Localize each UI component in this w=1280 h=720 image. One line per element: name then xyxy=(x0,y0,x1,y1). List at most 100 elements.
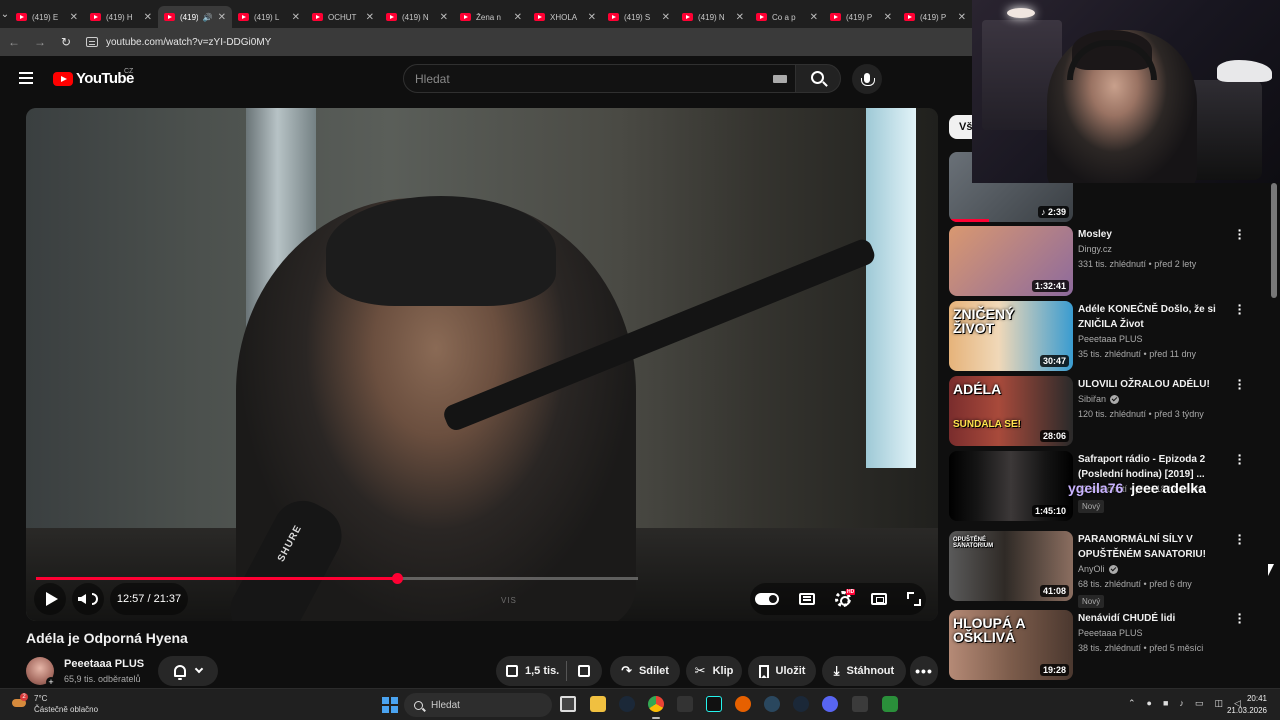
recommendation-title[interactable]: Mosley xyxy=(1078,227,1218,242)
video-player[interactable]: SHURE VIS 12:57 / 21:37 HD xyxy=(26,108,938,621)
tab-close-icon[interactable]: ✕ xyxy=(662,12,670,23)
more-vertical-icon[interactable]: · · · xyxy=(1236,528,1244,550)
sidebar-scrollbar[interactable] xyxy=(1270,108,1278,688)
recommendation-channel[interactable]: Sibiřan xyxy=(1078,394,1120,404)
more-vertical-icon[interactable]: · · · xyxy=(1236,298,1244,320)
recommendation-thumbnail[interactable]: ADÉLA SUNDALA SE! 28:06 xyxy=(949,376,1073,446)
tray-overflow-chevron-icon[interactable]: ⌃ xyxy=(1128,698,1136,709)
subtitles-icon[interactable] xyxy=(799,593,815,605)
recommendation-item[interactable]: ZNIČENÝ ŽIVOT 30:47 Adéle KONEČNĚ Došlo, ž… xyxy=(949,298,1269,373)
firefox-icon[interactable] xyxy=(735,696,751,712)
browser-tab[interactable]: (419) 🔊 ✕ xyxy=(158,6,232,28)
browser-tab[interactable]: (419) P ✕ xyxy=(898,6,972,28)
mute-button[interactable] xyxy=(72,583,104,615)
steam-icon[interactable] xyxy=(619,696,635,712)
task-view-icon[interactable] xyxy=(560,696,576,712)
channel-avatar[interactable] xyxy=(26,657,56,687)
play-button[interactable] xyxy=(34,583,66,615)
tray-app-icon[interactable]: ● xyxy=(1147,698,1152,709)
dislike-button[interactable] xyxy=(578,665,590,677)
like-button[interactable]: 1,5 tis. xyxy=(506,665,559,677)
progress-scrubber[interactable] xyxy=(391,573,403,584)
browser-tab[interactable]: (419) H ✕ xyxy=(84,6,158,28)
taskbar-clock[interactable]: 20:41 21.03.2026 xyxy=(1223,693,1267,717)
browser-tab[interactable]: XHOLA ✕ xyxy=(528,6,602,28)
steam-icon-2[interactable] xyxy=(764,696,780,712)
autoplay-toggle[interactable] xyxy=(755,593,779,605)
recommendation-thumbnail[interactable]: 1:45:10 xyxy=(949,451,1073,521)
tab-close-icon[interactable]: ✕ xyxy=(514,12,522,23)
browser-tab[interactable]: OCHUT ✕ xyxy=(306,6,380,28)
more-vertical-icon[interactable]: · · · xyxy=(1236,373,1244,395)
forward-icon[interactable]: → xyxy=(34,35,46,49)
recommendation-item[interactable]: HLOUPÁ A OŠKLIVÁ 19:28 Nenávidí CHUDÉ lidi… xyxy=(949,607,1269,682)
recommendation-channel[interactable]: AnyOli xyxy=(1078,564,1118,574)
tab-close-icon[interactable]: ✕ xyxy=(292,12,300,23)
save-button[interactable]: Uložit xyxy=(748,656,816,686)
browser-tab[interactable]: (419) E ✕ xyxy=(10,6,84,28)
recommendation-item[interactable]: 1:32:41 Mosley Dingy.cz 331 tis. zhlédnutí … xyxy=(949,223,1269,298)
tab-close-icon[interactable]: ✕ xyxy=(958,12,966,23)
scrollbar-thumb[interactable] xyxy=(1271,183,1277,298)
tab-close-icon[interactable]: ✕ xyxy=(70,12,78,23)
tray-app-icon-2[interactable]: ■ xyxy=(1163,698,1168,709)
notification-bell-button[interactable] xyxy=(158,656,218,686)
discord-icon[interactable] xyxy=(822,696,838,712)
browser-tab[interactable]: (419) N ✕ xyxy=(676,6,750,28)
steam-icon-3[interactable] xyxy=(793,696,809,712)
recommendation-channel[interactable]: Peeetaaa PLUS xyxy=(1078,628,1143,638)
share-button[interactable]: ↷ Sdílet xyxy=(610,656,680,686)
channel-name[interactable]: Peeetaaa PLUS xyxy=(64,658,144,670)
browser-tab[interactable]: (419) P ✕ xyxy=(824,6,898,28)
tab-close-icon[interactable]: ✕ xyxy=(588,12,596,23)
display-tray-icon[interactable]: ▭ xyxy=(1195,698,1204,709)
recommendation-thumbnail[interactable]: ZNIČENÝ ŽIVOT 30:47 xyxy=(949,301,1073,371)
browser-tab[interactable]: (419) L ✕ xyxy=(232,6,306,28)
search-input[interactable]: Hledat xyxy=(403,64,796,93)
tab-close-icon[interactable]: ✕ xyxy=(440,12,448,23)
recommendation-thumbnail[interactable]: HLOUPÁ A OŠKLIVÁ 19:28 xyxy=(949,610,1073,680)
browser-tab[interactable]: (419) S ✕ xyxy=(602,6,676,28)
app-icon-2[interactable] xyxy=(677,696,693,712)
more-vertical-icon[interactable]: · · · xyxy=(1236,448,1244,470)
keyboard-icon[interactable] xyxy=(773,75,787,83)
microphone-tray-icon[interactable]: ♪ xyxy=(1179,698,1184,709)
tab-close-icon[interactable]: ✕ xyxy=(736,12,744,23)
recommendation-title[interactable]: Safraport rádio - Epizoda 2 (Poslední ho… xyxy=(1078,452,1218,482)
recommendation-thumbnail[interactable]: OPUŠTĚNÉ SANATORIUM 41:08 xyxy=(949,531,1073,601)
menu-icon[interactable] xyxy=(19,72,33,84)
back-icon[interactable]: ← xyxy=(8,35,20,49)
reload-icon[interactable]: ↻ xyxy=(60,35,72,49)
recommendation-title[interactable]: ULOVILI OŽRALOU ADÉLU! xyxy=(1078,377,1218,392)
url-field[interactable]: youtube.com/watch?v=zYI-DDGi0MY xyxy=(86,37,271,48)
network-icon[interactable]: ◫ xyxy=(1214,698,1223,709)
clip-button[interactable]: ✂ Klip xyxy=(686,656,742,686)
tab-close-icon[interactable]: ✕ xyxy=(810,12,818,23)
recommendation-title[interactable]: Adéle KONEČNĚ Došlo, že si ZNIČILA Život xyxy=(1078,302,1218,332)
tab-close-icon[interactable]: ✕ xyxy=(218,12,226,23)
more-vertical-icon[interactable]: · · · xyxy=(1236,223,1244,245)
weather-widget[interactable]: 2 7°C Částečně oblačno xyxy=(10,693,98,715)
recommendation-thumbnail[interactable]: 1:32:41 xyxy=(949,226,1073,296)
recommendation-channel[interactable]: Peeetaaa PLUS xyxy=(1078,334,1143,344)
nzxt-icon[interactable] xyxy=(852,696,868,712)
search-button[interactable] xyxy=(795,64,841,93)
windows-start-icon[interactable] xyxy=(382,697,398,713)
theater-mode-icon[interactable] xyxy=(871,593,887,605)
youtube-logo[interactable]: YouTube xyxy=(53,70,134,87)
recommendation-item[interactable]: ADÉLA SUNDALA SE! 28:06 ULOVILI OŽRALOU ADÉ… xyxy=(949,373,1269,448)
tab-close-icon[interactable]: ✕ xyxy=(884,12,892,23)
file-explorer-icon[interactable] xyxy=(590,696,606,712)
download-button[interactable]: ⤓ Stáhnout xyxy=(822,656,906,686)
recommendation-title[interactable]: Nenávidí CHUDÉ lidi xyxy=(1078,611,1218,626)
recommendation-title[interactable]: PARANORMÁLNÍ SÍLY V OPUŠTĚNÉM SANATORIU! xyxy=(1078,532,1218,562)
taskbar-search[interactable]: Hledat xyxy=(404,693,552,717)
browser-tab[interactable]: (419) N ✕ xyxy=(380,6,454,28)
progress-bar[interactable] xyxy=(36,573,638,584)
chrome-icon[interactable] xyxy=(648,696,664,712)
recommendation-item[interactable]: OPUŠTĚNÉ SANATORIUM 41:08 PARANORMÁLNÍ SÍL… xyxy=(949,528,1269,608)
more-vertical-icon[interactable]: · · · xyxy=(1236,607,1244,629)
more-actions-button[interactable]: ••• xyxy=(910,656,938,686)
voice-search-button[interactable] xyxy=(852,64,882,94)
recommendation-channel[interactable]: Dingy.cz xyxy=(1078,244,1112,254)
